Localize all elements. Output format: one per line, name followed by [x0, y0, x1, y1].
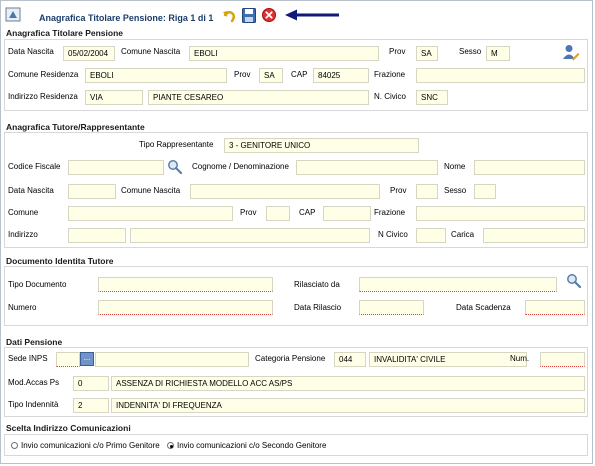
tutore-data-nascita-field[interactable] — [68, 184, 116, 199]
label-rilasciato-da: Rilasciato da — [294, 280, 340, 289]
codice-fiscale-field[interactable] — [68, 160, 164, 175]
label-tutore-comune: Comune — [8, 208, 39, 217]
nome-field[interactable] — [474, 160, 585, 175]
tutore-prov2-field[interactable] — [266, 206, 290, 221]
label-tutore-data-nascita: Data Nascita — [8, 186, 54, 195]
label-prov: Prov — [389, 47, 406, 56]
label-data-scadenza: Data Scadenza — [456, 303, 511, 312]
indennita-desc-field[interactable]: INDENNITA' DI FREQUENZA — [111, 398, 585, 413]
sede-inps-desc-field[interactable] — [95, 352, 249, 367]
num-field[interactable] — [540, 352, 585, 367]
sesso-field[interactable]: M — [486, 46, 510, 61]
tutore-frazione-field[interactable] — [416, 206, 585, 221]
user-edit-icon[interactable] — [562, 44, 580, 61]
page-title: Anagrafica Titolare Pensione: Riga 1 di … — [39, 13, 214, 23]
categoria-code-field[interactable]: 044 — [334, 352, 366, 367]
label-tutore-cap: CAP — [299, 208, 316, 217]
cognome-field[interactable] — [296, 160, 438, 175]
radio-primo-genitore-label: Invio comunicazioni c/o Primo Genitore — [21, 441, 160, 450]
label-prov-res: Prov — [234, 70, 251, 79]
label-sede-inps: Sede INPS — [8, 354, 48, 363]
close-red-icon — [262, 8, 276, 22]
label-tutore-prov2: Prov — [240, 208, 257, 217]
label-numero: Numero — [8, 303, 37, 312]
search-icon[interactable] — [566, 273, 582, 289]
label-frazione: Frazione — [374, 70, 406, 79]
close-button[interactable] — [262, 8, 276, 22]
tipo-rappresentante-field[interactable]: 3 - GENITORE UNICO — [224, 138, 419, 153]
tutore-comune-nascita-field[interactable] — [190, 184, 380, 199]
label-comune-residenza: Comune Residenza — [8, 70, 79, 79]
label-codice-fiscale: Codice Fiscale — [8, 162, 61, 171]
label-tipo-rappresentante: Tipo Rappresentante — [139, 140, 214, 149]
label-tutore-civico: N Civico — [378, 230, 408, 239]
cap-field[interactable]: 84025 — [313, 68, 369, 83]
indirizzo-nome-field[interactable]: PIANTE CESAREO — [148, 90, 369, 105]
numero-field[interactable] — [98, 300, 273, 315]
search-icon[interactable] — [167, 159, 183, 175]
tutore-indirizzo-nome-field[interactable] — [130, 228, 370, 243]
section-title-pensione: Dati Pensione — [6, 337, 63, 347]
label-tutore-sesso: Sesso — [444, 186, 467, 195]
section-title-titolare: Anagrafica Titolare Pensione — [6, 28, 123, 38]
sede-lookup-button[interactable]: ... — [80, 352, 94, 366]
frazione-field[interactable] — [416, 68, 585, 83]
label-data-nascita: Data Nascita — [8, 47, 54, 56]
data-scadenza-field[interactable] — [525, 300, 585, 315]
label-tipo-documento: Tipo Documento — [8, 280, 67, 289]
tutore-comune-field[interactable] — [68, 206, 233, 221]
label-comune-nascita: Comune Nascita — [121, 47, 181, 56]
label-tutore-frazione: Frazione — [374, 208, 406, 217]
label-data-rilascio: Data Rilascio — [294, 303, 342, 312]
label-carica: Carica — [451, 230, 475, 239]
mod-accas-code-field[interactable]: 0 — [73, 376, 109, 391]
label-tutore-prov: Prov — [390, 186, 407, 195]
label-cap: CAP — [291, 70, 308, 79]
data-nascita-field[interactable]: 05/02/2004 — [63, 46, 115, 61]
label-nome: Nome — [444, 162, 466, 171]
indirizzo-tipo-field[interactable]: VIA — [85, 90, 143, 105]
rilasciato-da-field[interactable] — [359, 277, 557, 292]
section-title-documento: Documento Identita Tutore — [6, 256, 114, 266]
floppy-disk-icon — [242, 8, 256, 23]
pointer-arrow-icon — [284, 9, 340, 21]
tutore-prov-field[interactable] — [416, 184, 438, 199]
prov-field[interactable]: SA — [416, 46, 438, 61]
comune-nascita-field[interactable]: EBOLI — [189, 46, 379, 61]
label-num: Num. — [510, 354, 530, 363]
indennita-code-field[interactable]: 2 — [73, 398, 109, 413]
label-sesso: Sesso — [459, 47, 482, 56]
radio-primo-genitore[interactable] — [11, 442, 18, 449]
carica-field[interactable] — [483, 228, 585, 243]
section-title-tutore: Anagrafica Tutore/Rappresentante — [6, 122, 145, 132]
tutore-sesso-field[interactable] — [474, 184, 496, 199]
label-tutore-indirizzo: Indirizzo — [8, 230, 38, 239]
tutore-indirizzo-tipo-field[interactable] — [68, 228, 126, 243]
sede-inps-code-field[interactable] — [56, 352, 80, 367]
save-button[interactable] — [242, 8, 256, 23]
tipo-documento-field[interactable] — [98, 277, 273, 292]
label-categoria-pensione: Categoria Pensione — [255, 354, 326, 363]
radio-secondo-genitore[interactable] — [167, 442, 174, 449]
comune-residenza-field[interactable]: EBOLI — [85, 68, 227, 83]
section-documento — [4, 266, 588, 326]
label-civico: N. Civico — [374, 92, 407, 101]
tutore-cap-field[interactable] — [323, 206, 371, 221]
data-rilascio-field[interactable] — [359, 300, 424, 315]
app-logo-icon — [5, 7, 21, 22]
label-indirizzo-residenza: Indirizzo Residenza — [8, 92, 78, 101]
radio-secondo-genitore-label: Invio comunicazioni c/o Secondo Genitore — [177, 441, 327, 450]
tutore-civico-field[interactable] — [416, 228, 446, 243]
label-cognome: Cognome / Denominazione — [192, 162, 289, 171]
label-tutore-comune-nascita: Comune Nascita — [121, 186, 181, 195]
label-mod-accas: Mod.Accas Ps — [8, 378, 60, 387]
civico-field[interactable]: SNC — [416, 90, 448, 105]
section-title-comunicazioni: Scelta Indirizzo Comunicazioni — [6, 423, 131, 433]
mod-accas-desc-field[interactable]: ASSENZA DI RICHIESTA MODELLO ACC AS/PS — [111, 376, 585, 391]
categoria-desc-field[interactable]: INVALIDITA' CIVILE — [369, 352, 527, 367]
label-tipo-indennita: Tipo Indennità — [8, 400, 59, 409]
undo-arrow-icon[interactable] — [222, 9, 236, 23]
prov-res-field[interactable]: SA — [259, 68, 283, 83]
